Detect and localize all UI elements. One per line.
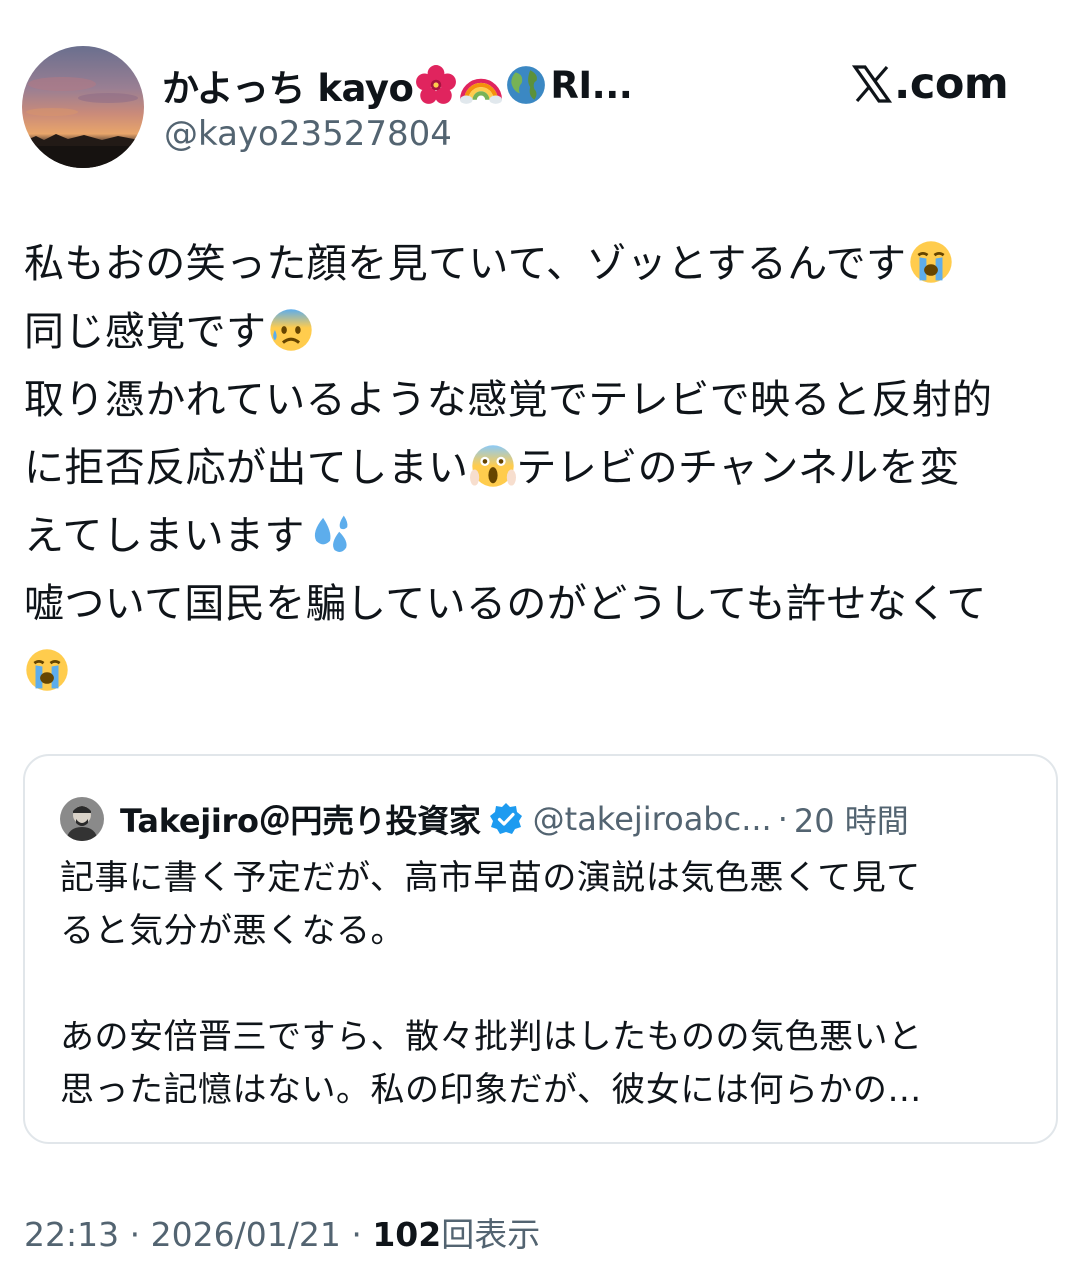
display-name-suffix: RI... [550, 63, 633, 107]
quote-timestamp[interactable]: 20 時間 [794, 796, 909, 842]
site-logo-text: .com [894, 59, 1009, 109]
avatar-sunset-image [22, 46, 144, 168]
author-avatar[interactable] [22, 46, 144, 168]
tweet-date[interactable]: 2026/01/21 [151, 1215, 341, 1254]
tweet-line: 嘘ついて国民を騙しているのがどうしても許せなくて [24, 570, 1064, 638]
quote-author-avatar[interactable] [60, 797, 104, 841]
face-screaming-in-fear-icon [470, 443, 517, 489]
quote-separator: · [777, 800, 788, 838]
tweet-line: 私もおの笑った顔を見ていて、ゾッとするんです [24, 230, 1064, 298]
x-logo-icon [852, 64, 892, 104]
tweet-line [24, 638, 1064, 706]
tweet-line-text: えてしまいます [24, 513, 305, 559]
author-handle[interactable]: @kayo23527804 [164, 114, 452, 154]
verified-badge-icon [489, 802, 523, 836]
meta-separator: · [351, 1215, 362, 1254]
sweat-droplets-icon [307, 511, 353, 557]
tweet-line: 同じ感覚です [24, 298, 1064, 366]
quote-author-handle[interactable]: @takejiroabc... [533, 800, 772, 838]
quote-header: Takejiro＠円売り投資家 @takejiroabc... · 20 時間 [60, 796, 909, 842]
tweet-line-text: 私もおの笑った顔を見ていて、ゾッとするんです [24, 241, 907, 287]
quote-line: 思った記憶はない。私の印象だが、彼女には何らかの… [60, 1070, 922, 1110]
tweet-line-text: 同じ感覚です [24, 309, 267, 355]
views-count: 102 [372, 1215, 442, 1254]
tweet-line-text-after: テレビのチャンネルを変 [516, 445, 960, 491]
tweet-line: 取り憑かれているような感覚でテレビで映ると反射的 [24, 366, 1064, 434]
anxious-face-with-sweat-icon [268, 307, 314, 353]
quoted-tweet-card[interactable]: Takejiro＠円売り投資家 @takejiroabc... · 20 時間 … [23, 754, 1058, 1144]
tweet-line: に拒否反応が出てしまい テレビのチャンネルを変 [24, 434, 1064, 502]
site-logo[interactable]: .com [852, 58, 1009, 110]
globe-emoji-icon [505, 64, 547, 106]
views-label: 回表示 [441, 1215, 541, 1254]
tweet-line-text: 取り憑かれているような感覚でテレビで映ると反射的 [24, 377, 993, 423]
display-name-text: かよっち kayo [162, 67, 414, 110]
tweet-time[interactable]: 22:13 [24, 1215, 119, 1254]
tweet-text: 私もおの笑った顔を見ていて、ゾッとするんです 同じ感覚です 取り憑かれているよう… [24, 230, 1064, 706]
quote-line: あの安倍晋三ですら、散々批判はしたものの気色悪いと [60, 1017, 923, 1057]
quote-author-name[interactable]: Takejiro＠円売り投資家 [120, 796, 481, 842]
quote-line: 記事に書く予定だが、高市早苗の演説は気色悪くて見て [60, 858, 921, 898]
tweet-line-text: に拒否反応が出てしまい [24, 445, 469, 491]
tweet-line: えてしまいます [24, 502, 1064, 570]
tweet-line-text: 嘘ついて国民を騙しているのがどうしても許せなくて [24, 581, 987, 627]
loudly-crying-face-icon [908, 239, 954, 285]
quote-line [60, 958, 1030, 1011]
hibiscus-emoji-icon [415, 64, 457, 106]
quote-text: 記事に書く予定だが、高市早苗の演説は気色悪くて見て ると気分が悪くなる。 あの安… [60, 852, 1030, 1117]
rainbow-emoji-icon [460, 64, 503, 106]
loudly-crying-face-icon [24, 647, 70, 693]
meta-separator: · [129, 1215, 141, 1254]
tweet-meta: 22:13 · 2026/01/21 · 102回表示 [24, 1208, 540, 1256]
author-display-name[interactable]: かよっち kayo RI... [162, 56, 634, 114]
quote-line: ると気分が悪くなる。 [60, 911, 405, 951]
